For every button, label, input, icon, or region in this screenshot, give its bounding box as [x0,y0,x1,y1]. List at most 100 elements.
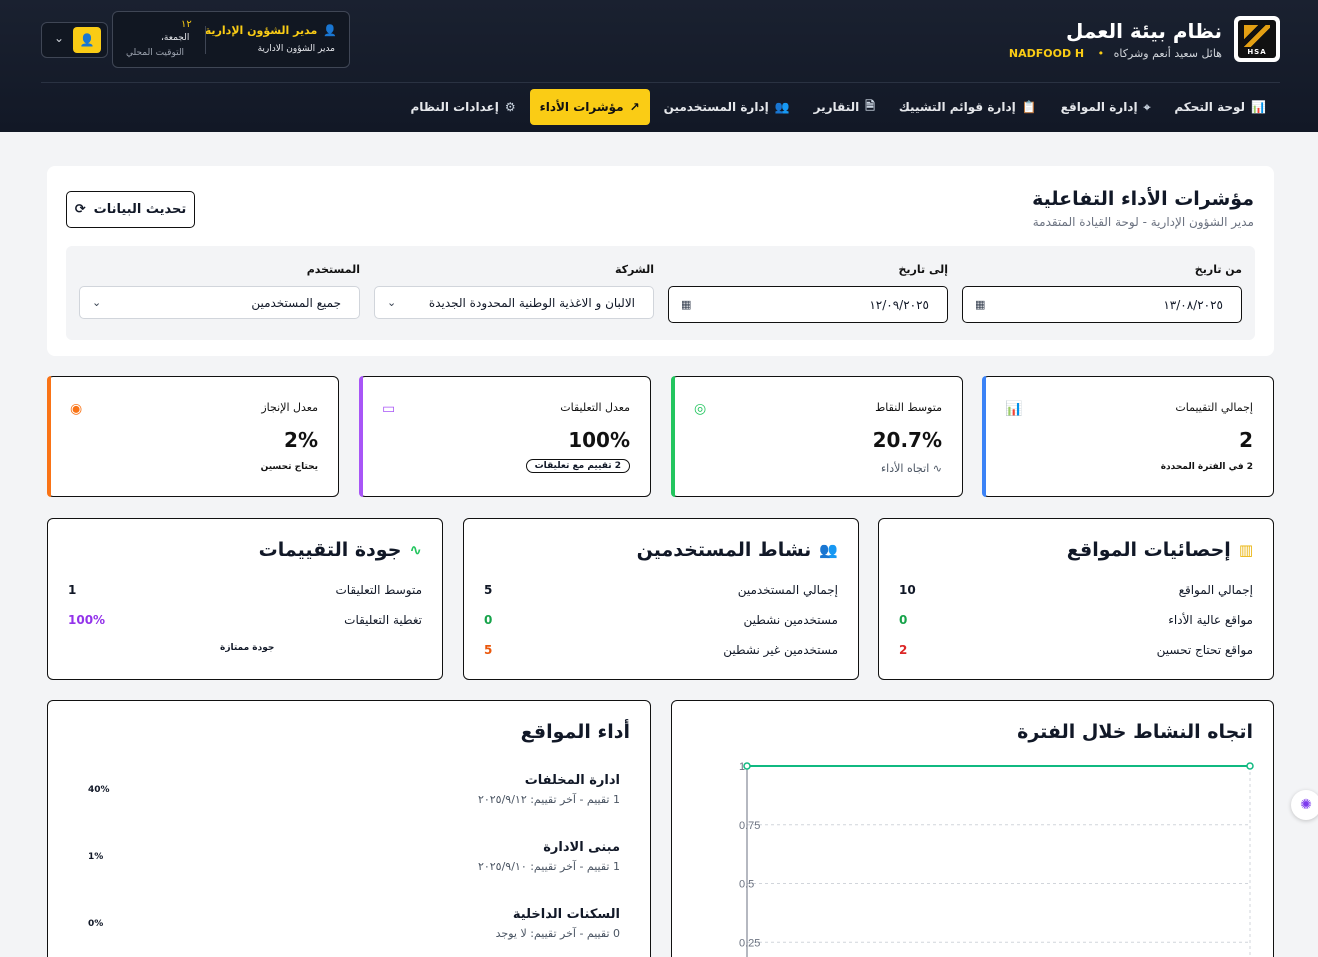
site-item[interactable]: مبنى الادارة 1 تقييم - آخر تقييم: ٢٠٢٥/٩… [78,840,620,880]
nav-users[interactable]: 👥 إدارة المستخدمين [654,89,800,125]
stat-row: متوسط التعليقات 1 [68,583,422,603]
company-code: NADFOOD H [1008,46,1085,60]
user-icon: 👤 [323,24,337,37]
site-percent: 0% [88,919,104,929]
chevron-down-icon: ⌄ [92,296,102,309]
company-select[interactable]: الالبان و الاغذية الوطنية المحدودة الجدي… [374,286,654,319]
users-icon: 👥 [819,541,838,559]
page-subtitle: مدير الشؤون الإدارية - لوحة القيادة المت… [1032,215,1254,229]
stat-label: مواقع تحتاج تحسين [1156,643,1253,657]
user-role: 👤 مدير الشؤون الإدارية [205,24,337,37]
users-activity-card: 👥 نشاط المستخدمين إجمالي المستخدمين 5 مستخ… [463,518,859,680]
stat-label: إجمالي المواقع [1178,583,1253,597]
chevron-down-icon: ⌄ [54,31,65,45]
clipboard-icon: 📋 [1021,100,1037,114]
stat-value: 100% [68,613,106,627]
stat-row: مواقع عالية الأداء 0 [899,613,1253,633]
nav-label: إدارة المواقع [1060,100,1138,114]
filters-card: مؤشرات الأداء التفاعلية مدير الشؤون الإد… [47,166,1274,356]
check-circle-icon: ◉ [70,401,83,417]
kpi-note-text: اتجاه الأداء [880,462,930,475]
nav-kpis[interactable]: ↗ مؤشرات الأداء [529,89,650,125]
user-filter-label: المستخدم [306,263,360,276]
logo-text: HSA [1247,48,1267,56]
stat-row: مواقع تحتاج تحسين 2 [899,643,1253,663]
time-day: الجمعة، [161,33,190,43]
y-tick-label: 0.25 [739,937,760,949]
nav-settings[interactable]: ⚙ إعدادات النظام [400,89,525,125]
activity-icon: ∿ [409,541,422,559]
y-tick-label: 0.75 [739,820,760,832]
trending-up-icon: ↗ [629,100,640,114]
user-select[interactable]: جميع المستخدمين ⌄ [79,286,360,319]
stat-label: مستخدمين غير نشطين [723,643,838,657]
kpi-value: 2% [284,428,318,452]
accent-bar [359,376,363,497]
app-header: HSA نظام بيئة العمل هائل سعيد أنعم وشركا… [0,0,1318,132]
separator-dot: • [1097,46,1105,60]
nav-label: إدارة قوائم التشييك [898,100,1016,114]
data-point[interactable] [743,762,751,770]
refresh-icon: ⟳ [74,202,86,217]
card-title-text: جودة التقييمات [258,539,402,561]
kpi-label: إجمالي التقييمات [1175,401,1253,414]
kpi-label: معدل التعليقات [560,401,630,414]
document-icon: 🗎 [865,98,875,113]
message-icon: ▭ [382,401,396,417]
stat-row: مستخدمين نشطين 0 [484,613,838,633]
refresh-button[interactable]: تحديث البيانات ⟳ [66,191,195,228]
nav-reports[interactable]: 🗎 التقارير [804,89,885,125]
page-title: مؤشرات الأداء التفاعلية [1032,188,1254,210]
user-menu-button[interactable]: 👤 ⌄ [41,22,108,58]
app-title: نظام بيئة العمل [1066,18,1222,43]
assistant-brain-icon[interactable]: ✺ [1291,790,1318,820]
accent-bar [671,376,675,497]
data-point[interactable] [1246,762,1254,770]
activity-icon: ∿ [932,462,942,475]
chart-icon: 📊 [1251,100,1266,114]
nav-label: إعدادات النظام [410,100,499,114]
user-info-box: 👤 مدير الشؤون الإدارية مدير الشؤون الادا… [112,11,350,68]
site-percent: 1% [88,852,104,862]
company-value: الالبان و الاغذية الوطنية المحدودة الجدي… [428,295,635,310]
calendar-icon: ▦ [681,298,692,311]
accent-bar [982,376,986,497]
quality-card: ∿ جودة التقييمات متوسط التعليقات 1 تغطية ا… [47,518,443,680]
card-title-text: إحصائيات المواقع [1066,539,1231,561]
kpi-value: 20.7% [872,428,942,452]
sites-stats-card: ▥ إحصائيات المواقع إجمالي المواقع 10 مواقع… [878,518,1274,680]
target-icon: ◎ [694,401,707,417]
chevron-down-icon: ⌄ [387,296,397,309]
kpi-label: معدل الإنجاز [261,401,318,414]
stat-row: تغطية التعليقات 100% [68,613,422,633]
building-icon: ▥ [1238,541,1253,559]
user-role-sub: مدير الشؤون الادارية [257,44,335,54]
company-logo: HSA [1234,16,1280,62]
kpi-label: متوسط النقاط [875,401,942,414]
from-date-input[interactable]: ١٣/٠٨/٢٠٢٥ ▦ [962,286,1242,323]
nav-dashboard[interactable]: 📊 لوحة التحكم [1164,89,1276,125]
site-meta: 0 تقييم - آخر تقييم: لا يوجد [495,927,620,940]
card-title: ▥ إحصائيات المواقع [1067,539,1253,561]
nav-checklists[interactable]: 📋 إدارة قوائم التشييك [889,89,1047,125]
time-number: ١٢ [181,19,192,30]
site-item[interactable]: السكنات الداخلية 0 تقييم - آخر تقييم: لا… [78,907,620,947]
stat-value: 5 [484,583,493,597]
stat-row: إجمالي المستخدمين 5 [484,583,838,603]
refresh-label: تحديث البيانات [93,202,187,217]
users-icon: 👥 [774,100,790,114]
from-date-value: ١٣/٠٨/٢٠٢٥ [1163,297,1223,312]
nav-label: لوحة التحكم [1174,100,1246,114]
calendar-icon: ▦ [975,298,986,311]
to-date-input[interactable]: ١٢/٠٩/٢٠٢٥ ▦ [668,286,948,323]
stat-label: مستخدمين نشطين [743,613,838,627]
stat-label: تغطية التعليقات [344,613,422,627]
nav-sites[interactable]: ⌖ إدارة المواقع [1051,89,1161,125]
time-label: التوقيت المحلي [126,48,185,58]
stat-value: 10 [899,583,916,597]
main-nav: 📊 لوحة التحكم ⌖ إدارة المواقع 📋 إدارة قوائم… [400,89,1276,125]
site-name: ادارة المخلفات [524,773,620,788]
sites-performance-card: أداء المواقع ادارة المخلفات 1 تقييم - آخ… [47,700,651,957]
to-date-label: إلى تاريخ [898,263,948,276]
site-item[interactable]: ادارة المخلفات 1 تقييم - آخر تقييم: ٢٠٢٥… [78,773,620,813]
